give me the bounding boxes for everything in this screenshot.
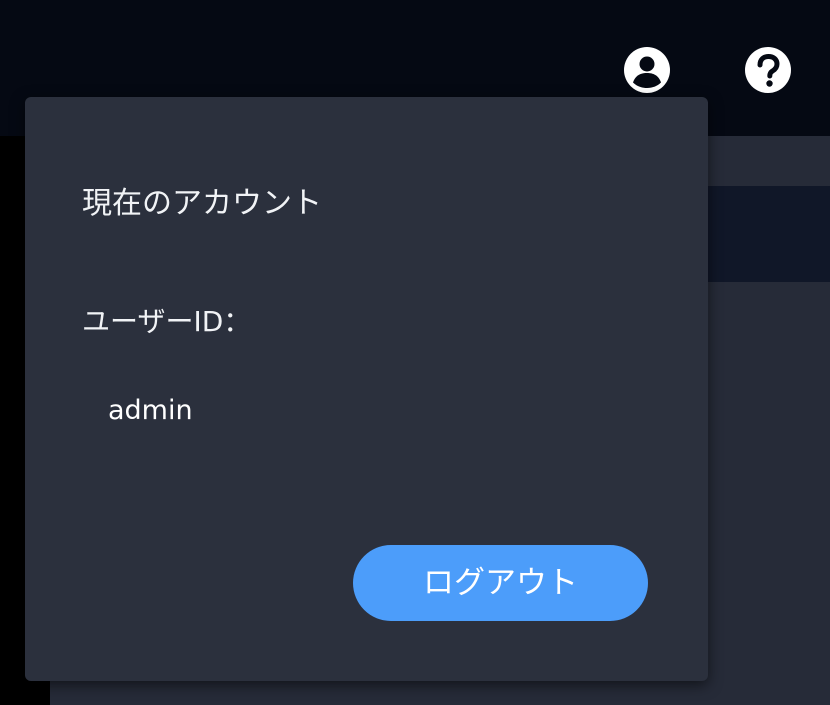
account-circle-icon[interactable] (623, 46, 671, 94)
user-id-label: ユーザーID： (82, 305, 252, 338)
logout-button[interactable]: ログアウト (353, 545, 648, 621)
help-circle-icon[interactable] (744, 46, 792, 94)
user-id-value: admin (108, 395, 193, 426)
popover-title: 現在のアカウント (82, 186, 322, 221)
app-screen: 現在のアカウント ユーザーID： admin ログアウト (0, 0, 830, 705)
account-popover: 現在のアカウント ユーザーID： admin ログアウト (25, 97, 708, 681)
